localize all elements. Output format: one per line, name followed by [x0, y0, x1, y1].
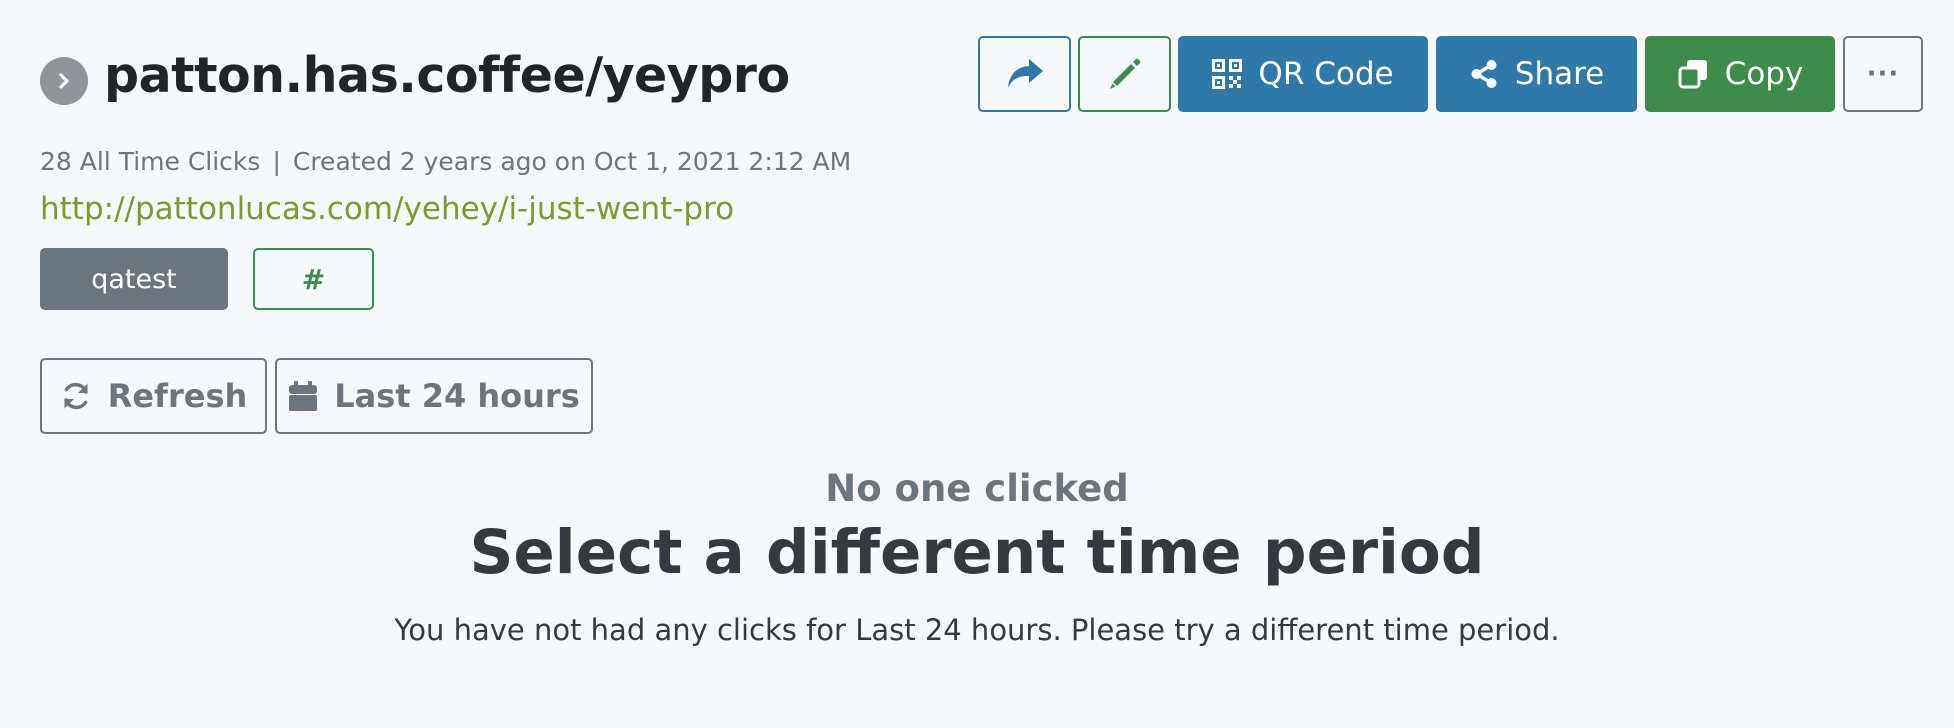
time-range-label: Last 24 hours — [334, 377, 580, 415]
chevron-right-icon — [59, 73, 69, 89]
add-tag-button[interactable]: # — [253, 248, 374, 310]
expand-button[interactable] — [40, 57, 88, 105]
all-time-clicks: 28 All Time Clicks — [40, 147, 261, 176]
short-link-title: patton.has.coffee/yeypro — [104, 47, 790, 104]
refresh-label: Refresh — [107, 377, 248, 415]
destination-url-link[interactable]: http://pattonlucas.com/yehey/i-just-went… — [40, 189, 734, 229]
empty-state-title: Select a different time period — [469, 517, 1485, 588]
more-options-button[interactable]: ··· — [1843, 36, 1923, 112]
share-nodes-icon — [1471, 60, 1497, 88]
empty-state-message: You have not had any clicks for Last 24 … — [394, 613, 1560, 647]
share-label: Share — [1514, 56, 1605, 92]
link-meta: 28 All Time Clicks | Created 2 years ago o… — [40, 146, 851, 178]
time-range-button[interactable]: Last 24 hours — [275, 358, 593, 434]
redirect-button[interactable] — [978, 36, 1071, 112]
empty-state-subtitle: No one clicked — [825, 467, 1129, 510]
copy-icon — [1678, 60, 1707, 89]
meta-separator: | — [272, 147, 281, 176]
qr-code-label: QR Code — [1258, 56, 1394, 92]
pencil-icon — [1109, 58, 1140, 89]
qr-code-button[interactable]: QR Code — [1178, 36, 1428, 112]
created-date: Created 2 years ago on Oct 1, 2021 2:12 … — [292, 147, 852, 176]
edit-button[interactable] — [1078, 36, 1171, 112]
qr-code-icon — [1212, 59, 1243, 89]
copy-button[interactable]: Copy — [1645, 36, 1835, 112]
tag-badge[interactable]: qatest — [40, 248, 228, 310]
refresh-button[interactable]: Refresh — [40, 358, 267, 434]
copy-label: Copy — [1724, 56, 1804, 92]
more-options-icon: ··· — [1866, 59, 1900, 89]
calendar-icon — [289, 381, 318, 411]
share-button[interactable]: Share — [1436, 36, 1637, 112]
refresh-icon — [63, 382, 88, 410]
share-arrow-icon — [1007, 59, 1043, 88]
